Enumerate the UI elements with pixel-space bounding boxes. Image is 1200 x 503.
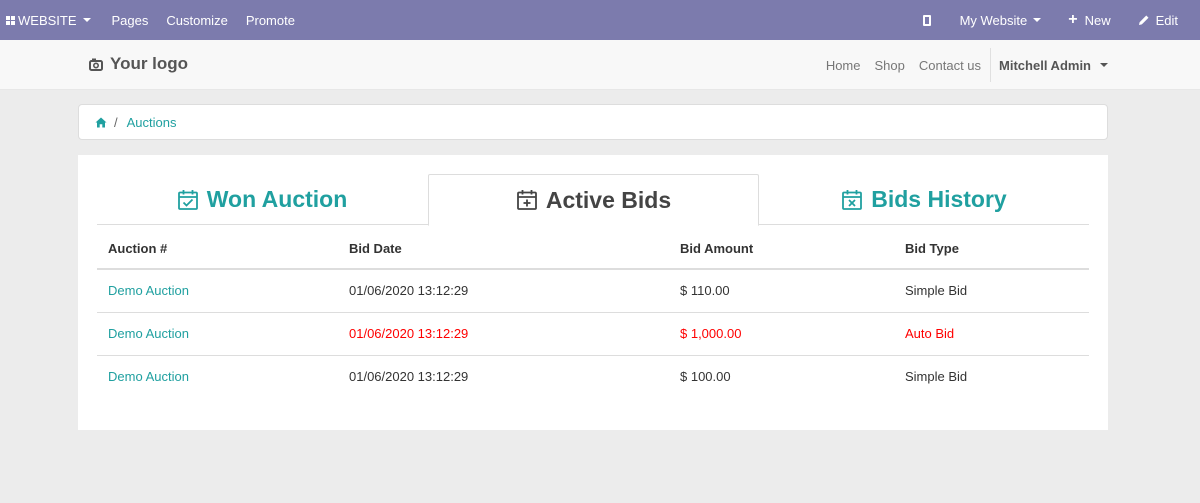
table-row: Demo Auction 01/06/2020 13:12:29 $ 1,000…	[97, 312, 1089, 356]
bid-type: Simple Bid	[894, 269, 1089, 313]
nav-shop-link[interactable]: Shop	[868, 58, 912, 73]
tab-won-auction[interactable]: Won Auction	[97, 174, 427, 225]
bid-amount: $ 1,000.00	[669, 312, 894, 356]
auction-link[interactable]: Demo Auction	[97, 312, 338, 356]
bid-amount: $ 110.00	[669, 269, 894, 313]
pages-menu-button[interactable]: Pages	[103, 0, 158, 40]
edit-button[interactable]: Edit	[1129, 0, 1200, 40]
nav-contact-link[interactable]: Contact us	[912, 58, 988, 73]
logo-text: Your logo	[110, 54, 189, 73]
caret-down-icon	[1100, 63, 1108, 67]
tab-bids-history[interactable]: Bids History	[759, 174, 1089, 225]
active-bids-table: Auction # Bid Date Bid Amount Bid Type D…	[97, 228, 1089, 398]
auction-link[interactable]: Demo Auction	[97, 269, 338, 313]
table-row: Demo Auction 01/06/2020 13:12:29 $ 110.0…	[97, 269, 1089, 313]
admin-bar: WEBSITE Pages Customize Promote My Websi…	[0, 0, 1200, 40]
table-header-row: Auction # Bid Date Bid Amount Bid Type	[97, 228, 1089, 270]
camera-icon	[89, 58, 103, 71]
breadcrumb-separator: /	[114, 114, 118, 130]
calendar-plus-icon	[516, 189, 538, 211]
admin-bar-right: My Website + New Edit	[914, 0, 1200, 40]
bid-type: Auto Bid	[894, 312, 1089, 356]
new-label: New	[1084, 12, 1111, 28]
tab-won-auction-label: Won Auction	[206, 186, 348, 212]
col-auction-number: Auction #	[97, 228, 338, 270]
apps-grid-icon	[6, 15, 15, 25]
plus-icon: +	[1068, 11, 1078, 28]
bid-date: 01/06/2020 13:12:29	[338, 269, 669, 313]
edit-label: Edit	[1155, 12, 1178, 28]
breadcrumb: / Auctions	[78, 104, 1108, 140]
main-nav: Home Shop Contact us Mitchell Admin	[819, 40, 1108, 90]
bid-date: 01/06/2020 13:12:29	[338, 312, 669, 356]
my-website-label: My Website	[959, 12, 1028, 28]
pencil-icon	[1138, 14, 1150, 26]
site-logo[interactable]: Your logo	[89, 54, 188, 74]
mobile-preview-button[interactable]	[914, 0, 951, 40]
auction-link[interactable]: Demo Auction	[97, 355, 338, 398]
col-bid-date: Bid Date	[338, 228, 669, 270]
calendar-check-icon	[177, 189, 199, 211]
auction-tabs: Won Auction Active Bids Bids History	[97, 174, 1089, 226]
breadcrumb-auctions-link[interactable]: Auctions	[127, 115, 177, 130]
calendar-times-icon	[841, 189, 863, 211]
promote-menu-button[interactable]: Promote	[237, 0, 304, 40]
tab-active-bids[interactable]: Active Bids	[428, 174, 759, 226]
admin-bar-left: WEBSITE Pages Customize Promote	[0, 0, 304, 40]
mobile-icon	[922, 14, 931, 26]
caret-down-icon	[1033, 18, 1042, 22]
table-row: Demo Auction 01/06/2020 13:12:29 $ 100.0…	[97, 355, 1089, 398]
tab-active-bids-label: Active Bids	[545, 186, 672, 213]
website-menu-label: WEBSITE	[18, 12, 77, 28]
caret-down-icon	[82, 18, 91, 22]
customize-menu-button[interactable]: Customize	[157, 0, 236, 40]
website-menu-button[interactable]: WEBSITE	[4, 0, 103, 40]
bid-date: 01/06/2020 13:12:29	[349, 369, 469, 385]
tab-bids-history-label: Bids History	[871, 186, 1007, 212]
new-button[interactable]: + New	[1059, 0, 1128, 40]
user-name: Mitchell Admin	[999, 57, 1091, 73]
col-bid-amount: Bid Amount	[669, 228, 894, 270]
user-menu-dropdown[interactable]: Mitchell Admin	[990, 48, 1108, 82]
home-icon[interactable]	[95, 117, 107, 128]
bid-type: Simple Bid	[905, 369, 968, 385]
site-header: Your logo Home Shop Contact us Mitchell …	[0, 40, 1200, 90]
nav-home-link[interactable]: Home	[819, 58, 868, 73]
auction-panel: Won Auction Active Bids Bids History Auc…	[78, 155, 1108, 430]
bid-amount: $ 100.00	[680, 369, 731, 385]
my-website-dropdown[interactable]: My Website	[951, 0, 1060, 40]
col-bid-type: Bid Type	[894, 228, 1089, 270]
